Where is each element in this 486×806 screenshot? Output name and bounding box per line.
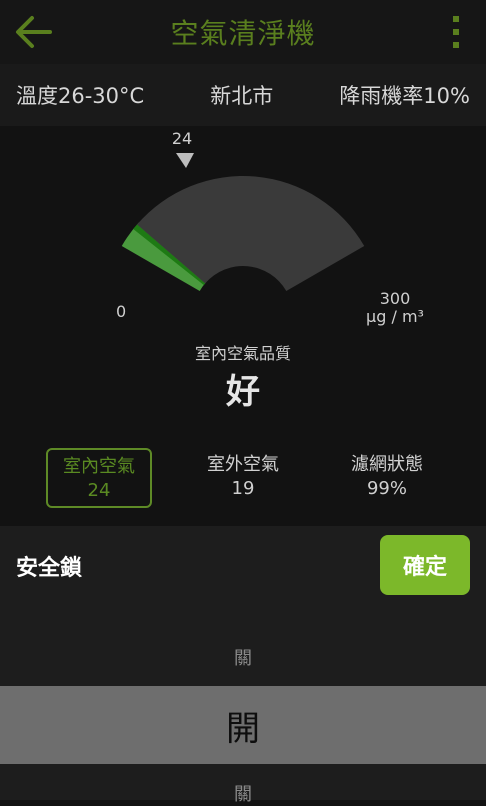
gauge-max-value: 300 [379, 289, 411, 308]
rain-probability-text: 降雨機率10% [339, 84, 470, 108]
more-menu-button[interactable] [444, 12, 468, 52]
gauge-value-label: 24 [172, 129, 192, 148]
sheet-toolbar: 安全鎖 確定 [0, 526, 486, 608]
air-quality-gauge: 24 0 300 μg / m³ 室內空氣品質 好 室內空氣 24 室外空氣 1… [0, 126, 486, 526]
gauge-unit: μg / m³ [366, 307, 424, 326]
stat-value: 99% [366, 478, 407, 499]
gauge-max-label: 300 μg / m³ [360, 290, 430, 326]
page-title: 空氣清淨機 [170, 17, 316, 50]
picker-option-above[interactable]: 關 [0, 644, 486, 670]
stat-label: 濾網狀態 [351, 454, 423, 475]
stat-indoor-air[interactable]: 室內空氣 24 [46, 448, 152, 508]
stat-filter-status[interactable]: 濾網狀態 99% [334, 448, 440, 508]
gauge-min-label: 0 [116, 302, 127, 321]
app-header: 空氣清淨機 [0, 0, 486, 64]
gauge-caption: 室內空氣品質 [194, 344, 291, 363]
stat-value: 19 [231, 478, 255, 499]
safety-lock-sheet: 安全鎖 確定 關 開 關 [0, 526, 486, 805]
more-vertical-icon [453, 16, 459, 48]
picker-selected-option[interactable]: 開 [0, 686, 486, 764]
stat-value: 24 [87, 480, 111, 501]
safety-lock-label: 安全鎖 [16, 556, 83, 581]
air-quality-status: 好 [226, 372, 260, 412]
stat-label: 室內空氣 [63, 456, 135, 477]
picker-option-below[interactable]: 關 [0, 780, 486, 806]
temperature-text: 溫度26-30°C [16, 84, 145, 108]
gauge-pointer-icon: 24 [172, 129, 194, 168]
city-text: 新北市 [210, 84, 274, 108]
stat-label: 室外空氣 [207, 454, 279, 475]
stat-outdoor-air[interactable]: 室外空氣 19 [190, 448, 296, 508]
weather-info-bar: 溫度26-30°C 新北市 降雨機率10% [0, 64, 486, 126]
confirm-button[interactable]: 確定 [380, 535, 470, 595]
